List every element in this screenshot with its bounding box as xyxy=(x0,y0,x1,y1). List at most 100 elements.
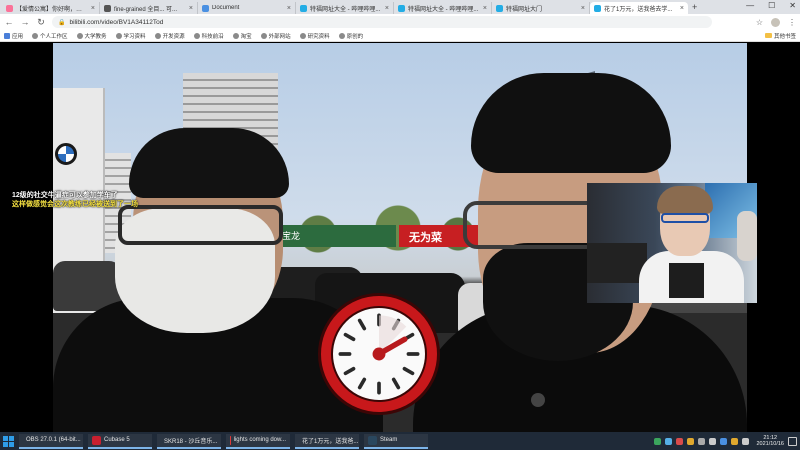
taskbar-app-label: 花了1万元，送我爸... xyxy=(302,438,359,445)
tray-icon[interactable] xyxy=(720,437,728,445)
close-window-button[interactable]: ✕ xyxy=(789,1,796,10)
taskbar-app-label: SKR18 - 沙丘音乐... xyxy=(164,438,218,445)
bookmark-item[interactable]: 大学教务 xyxy=(76,32,107,40)
screen: 【爱情公寓】你好啊，我是... × fine-grained 全目... 可... ×… xyxy=(0,0,800,450)
url-text: bilibili.com/video/BV1A34112Tod xyxy=(69,18,164,26)
notification-icon[interactable] xyxy=(788,436,797,446)
taskbar-app[interactable]: OBS 27.0.1 (64-bit... xyxy=(19,433,83,449)
streamer-hair xyxy=(657,186,713,214)
bookmark-item[interactable]: 原创的 xyxy=(338,32,363,40)
browser-tab[interactable]: 特福网址大门 × xyxy=(492,2,590,14)
taskbar-app-label: Cubase 5 xyxy=(104,437,130,443)
stopwatch-icon xyxy=(318,293,440,415)
tab-title: 【爱情公寓】你好啊，我是... xyxy=(16,6,88,13)
menu-icon[interactable]: ⋮ xyxy=(788,18,796,27)
browser-tab[interactable]: 花了1万元，送我爸去学... × xyxy=(590,2,688,14)
tray-icon[interactable] xyxy=(654,437,662,445)
tray-icon[interactable] xyxy=(698,437,706,445)
lapel-mic xyxy=(531,393,545,407)
bookmark-item[interactable]: 科技前沿 xyxy=(193,32,224,40)
tab-favicon-icon xyxy=(104,4,111,12)
address-bar[interactable]: 🔒 bilibili.com/video/BV1A34112Tod xyxy=(52,16,712,28)
tab-title: 特福网址大全 - 哔哩哔哩... xyxy=(408,6,479,13)
taskbar-app[interactable]: 花了1万元，送我爸... xyxy=(295,433,359,449)
reload-button[interactable]: ↻ xyxy=(36,17,46,28)
browser-toolbar: ← → ↻ 🔒 bilibili.com/video/BV1A34112Tod … xyxy=(0,14,800,30)
bear-figure xyxy=(737,211,757,261)
folder-icon xyxy=(764,33,772,38)
bookmarks-bar: 应用 个人工作区 大学教务 学习资料 开发资源 科技前沿 淘宝 外部网站 研究资料 原创的 其他书… xyxy=(0,30,800,42)
right-person-hair xyxy=(471,73,671,173)
left-person-hair xyxy=(129,128,289,198)
globe-icon xyxy=(193,32,200,39)
bookmark-label: 研究资料 xyxy=(307,33,330,40)
browser-tab[interactable]: Document × xyxy=(198,2,296,14)
tab-title: 花了1万元，送我爸去学... xyxy=(604,6,673,13)
globe-icon xyxy=(154,32,161,39)
minimize-button[interactable]: — xyxy=(746,1,754,10)
close-tab-icon[interactable]: × xyxy=(91,5,95,12)
new-tab-button[interactable]: + xyxy=(692,2,697,12)
close-tab-icon[interactable]: × xyxy=(385,5,389,12)
globe-icon xyxy=(76,32,83,39)
tray-icon[interactable] xyxy=(709,437,717,445)
shirt-print xyxy=(669,263,704,298)
tray-icon[interactable] xyxy=(731,437,739,445)
tab-title: fine-grained 全目... 可... xyxy=(114,6,178,13)
toolbar-actions: ☆ ⋮ xyxy=(756,17,796,27)
browser-tab[interactable]: fine-grained 全目... 可... × xyxy=(100,2,198,14)
bookmark-item[interactable]: 个人工作区 xyxy=(32,32,68,40)
app-icon xyxy=(368,435,377,445)
app-icon xyxy=(230,435,231,445)
close-tab-icon[interactable]: × xyxy=(189,5,193,12)
taskbar-app-label: lights coming dow... xyxy=(233,437,286,443)
taskbar-app[interactable]: SKR18 - 沙丘音乐... xyxy=(157,433,221,449)
bookmark-item[interactable]: 研究资料 xyxy=(299,32,330,40)
bookmark-item[interactable]: 应用 xyxy=(4,32,23,40)
close-tab-icon[interactable]: × xyxy=(581,5,585,12)
left-person-glasses xyxy=(118,205,283,245)
other-bookmarks[interactable]: 其他书签 xyxy=(764,32,796,40)
tab-title: Document xyxy=(212,5,240,11)
taskbar-clock[interactable]: 21:12 2021/10/16 xyxy=(756,435,784,447)
browser-tab[interactable]: 特福网址大全 - 哔哩哔哩... × xyxy=(394,2,492,14)
clock-date: 2021/10/16 xyxy=(756,441,784,447)
clock-face xyxy=(331,306,427,402)
browser-tab[interactable]: 【爱情公寓】你好啊，我是... × xyxy=(2,2,100,14)
taskbar-app[interactable]: Cubase 5 xyxy=(88,433,152,449)
tab-favicon-icon xyxy=(594,4,601,12)
tray-icon[interactable] xyxy=(665,437,673,445)
bookmark-label: 学习资料 xyxy=(123,33,146,40)
tab-favicon-icon xyxy=(496,4,503,12)
taskbar-app[interactable]: lights coming dow... xyxy=(226,433,290,449)
bookmark-item[interactable]: 开发资源 xyxy=(154,32,185,40)
bookmark-star-icon[interactable]: ☆ xyxy=(756,18,763,27)
maximize-button[interactable]: ☐ xyxy=(768,1,775,10)
globe-icon xyxy=(32,32,39,39)
close-tab-icon[interactable]: × xyxy=(483,5,487,12)
tray-icon[interactable] xyxy=(742,437,750,445)
bookmark-item[interactable]: 外部网站 xyxy=(260,32,291,40)
browser-tab[interactable]: 特福网址大全 - 哔哩哔哩... × xyxy=(296,2,394,14)
bookmark-item[interactable]: 淘宝 xyxy=(232,32,252,40)
lock-icon: 🔒 xyxy=(58,19,66,26)
taskbar-app[interactable]: Steam xyxy=(364,433,428,449)
tray-icon[interactable] xyxy=(687,437,695,445)
forward-button[interactable]: → xyxy=(20,17,30,27)
tray-icon[interactable] xyxy=(676,437,684,445)
globe-icon xyxy=(299,32,306,39)
globe-icon xyxy=(338,32,345,39)
taskbar-app-label: Steam xyxy=(380,437,398,443)
bmw-logo xyxy=(55,143,77,165)
windows-start-icon[interactable] xyxy=(3,435,14,447)
tab-favicon-icon xyxy=(202,4,209,12)
profile-avatar[interactable] xyxy=(771,17,780,27)
close-tab-icon[interactable]: × xyxy=(287,5,291,12)
bookmark-label: 开发资源 xyxy=(162,33,185,40)
close-tab-icon[interactable]: × xyxy=(680,5,684,12)
bookmark-label: 个人工作区 xyxy=(40,33,68,40)
bookmark-item[interactable]: 学习资料 xyxy=(115,32,146,40)
other-bookmarks-label: 其他书签 xyxy=(773,33,796,40)
taskbar-app-label: OBS 27.0.1 (64-bit... xyxy=(26,437,81,443)
back-button[interactable]: ← xyxy=(4,17,14,27)
